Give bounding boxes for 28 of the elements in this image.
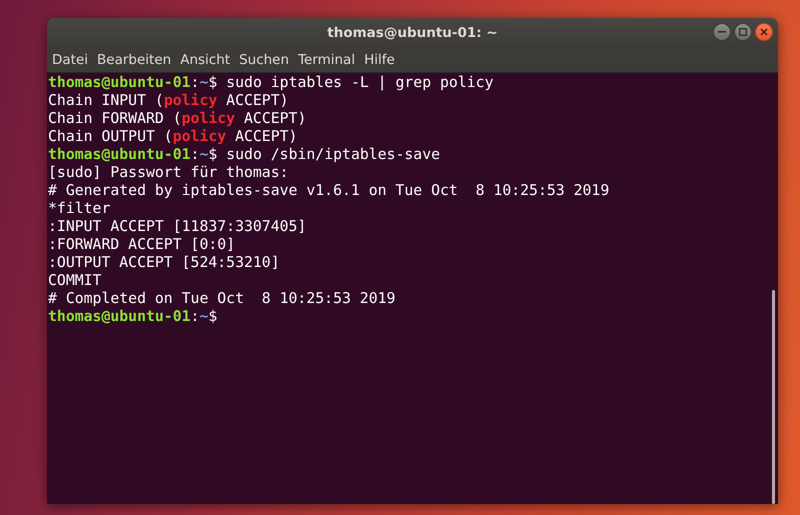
output-line: # Completed on Tue Oct 8 10:25:53 2019	[48, 290, 396, 308]
menu-item[interactable]: Terminal	[298, 52, 356, 68]
output-line: :OUTPUT ACCEPT [524:53210]	[48, 254, 281, 272]
output-line: *filter	[48, 200, 112, 218]
output-line: COMMIT	[48, 272, 102, 290]
close-button[interactable]	[755, 23, 773, 41]
menu-item[interactable]: Hilfe	[364, 52, 395, 68]
minimize-icon	[718, 31, 726, 33]
menu-item[interactable]: Datei	[52, 52, 88, 68]
prompt-line: thomas@ubuntu-01:~$ sudo iptables -L | grep policy	[48, 74, 494, 92]
output-line: # Generated by iptables-save v1.6.1 on Tue Oct 8 10:25:53 2019	[48, 182, 610, 200]
output-line: :FORWARD ACCEPT [0:0]	[48, 236, 236, 254]
maximize-icon	[739, 28, 747, 36]
output-line: Chain FORWARD (policy ACCEPT)	[48, 110, 308, 128]
output-line: Chain OUTPUT (policy ACCEPT)	[48, 128, 298, 146]
close-icon	[760, 28, 768, 36]
minimize-button[interactable]	[713, 23, 731, 41]
prompt-line: thomas@ubuntu-01:~$ sudo /sbin/iptables-save	[48, 146, 442, 164]
prompt-line: thomas@ubuntu-01:~$	[48, 308, 218, 326]
output-line: :INPUT ACCEPT [11837:3307405]	[48, 218, 308, 236]
scrollbar[interactable]	[772, 290, 775, 504]
window-title: thomas@ubuntu-01: ~	[327, 24, 498, 40]
output-line: Chain INPUT (policy ACCEPT)	[48, 92, 290, 110]
maximize-button[interactable]	[734, 23, 752, 41]
output-line: [sudo] Passwort für thomas:	[48, 164, 290, 182]
menu-item[interactable]: Suchen	[239, 52, 290, 68]
menu-item[interactable]: Bearbeiten	[97, 52, 172, 68]
menu-item[interactable]: Ansicht	[180, 52, 230, 68]
